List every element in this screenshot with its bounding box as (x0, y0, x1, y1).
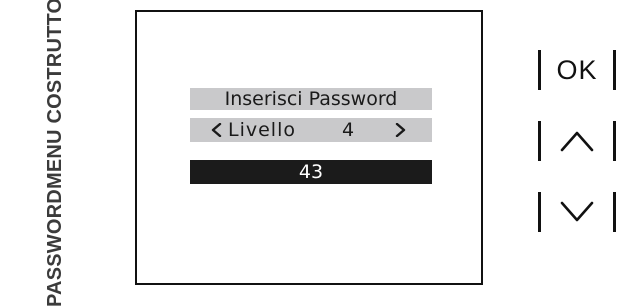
up-button[interactable] (537, 118, 617, 164)
level-selector[interactable]: Livello 4 (190, 118, 432, 142)
down-button-left-edge (538, 192, 541, 232)
password-entry-value: 43 (298, 161, 324, 183)
up-button-left-edge (538, 121, 541, 161)
ok-button[interactable]: OK (537, 47, 617, 93)
level-value: 4 (342, 119, 355, 141)
ok-button-left-edge (538, 50, 541, 90)
chevron-up-icon (560, 130, 594, 152)
ok-button-label: OK (556, 54, 598, 85)
caption-password: PASSWORD (44, 188, 66, 307)
caption-menu-costruttore: MENU COSTRUTTORE (44, 0, 66, 189)
prompt-text: Inserisci Password (224, 88, 398, 110)
password-entry-field[interactable]: 43 (190, 160, 432, 184)
level-label: Livello (228, 119, 296, 141)
menu-caption: PASSWORD MENU COSTRUTTORE (27, 0, 83, 307)
down-button-right-edge (613, 192, 616, 232)
lcd-display (135, 10, 483, 285)
chevron-right-icon[interactable] (393, 123, 407, 137)
up-button-right-edge (613, 121, 616, 161)
password-prompt: Inserisci Password (190, 88, 432, 110)
chevron-left-icon[interactable] (210, 123, 224, 137)
down-button[interactable] (537, 189, 617, 235)
ok-button-right-edge (613, 50, 616, 90)
chevron-down-icon (560, 201, 594, 223)
